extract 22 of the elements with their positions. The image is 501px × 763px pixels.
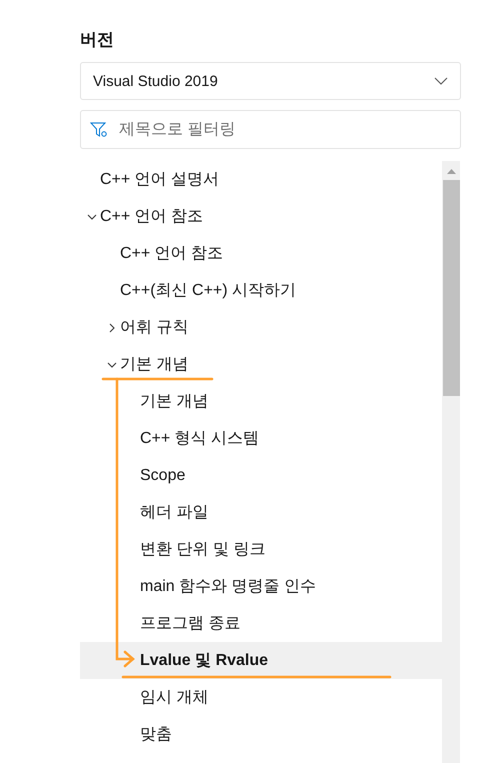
toc-link[interactable]: 기본 개념 <box>120 354 188 375</box>
toc-link[interactable]: 어휘 규칙 <box>120 317 188 338</box>
filter-icon <box>90 122 108 138</box>
toc-link[interactable]: 변환 단위 및 링크 <box>140 539 266 560</box>
toc-link[interactable]: 헤더 파일 <box>140 502 208 523</box>
toc-link[interactable]: C++ 형식 시스템 <box>140 428 260 449</box>
toc-link[interactable]: C++ 언어 참조 <box>120 243 224 264</box>
filter-field[interactable]: 제목으로 필터링 <box>80 110 461 149</box>
toc-link[interactable]: main 함수와 명령줄 인수 <box>140 576 316 597</box>
toc-link[interactable]: 기본 개념 <box>140 391 208 412</box>
toc-link[interactable]: 프로그램 종료 <box>140 613 240 634</box>
toc-link[interactable]: C++ 언어 설명서 <box>100 169 220 190</box>
chevron-down-icon <box>434 77 448 85</box>
toc-link[interactable]: Lvalue 및 Rvalue <box>140 650 268 671</box>
toc-link[interactable]: C++(최신 C++) 시작하기 <box>120 280 296 301</box>
toc-link[interactable]: C++ 언어 참조 <box>100 206 204 227</box>
version-heading: 버전 <box>80 29 115 51</box>
scrollbar[interactable] <box>442 161 460 763</box>
toc-link[interactable]: Scope <box>140 466 186 484</box>
version-dropdown[interactable]: Visual Studio 2019 <box>80 62 461 100</box>
toc-link[interactable]: 맞춤 <box>140 724 172 745</box>
toc-link[interactable]: 임시 개체 <box>140 687 208 708</box>
